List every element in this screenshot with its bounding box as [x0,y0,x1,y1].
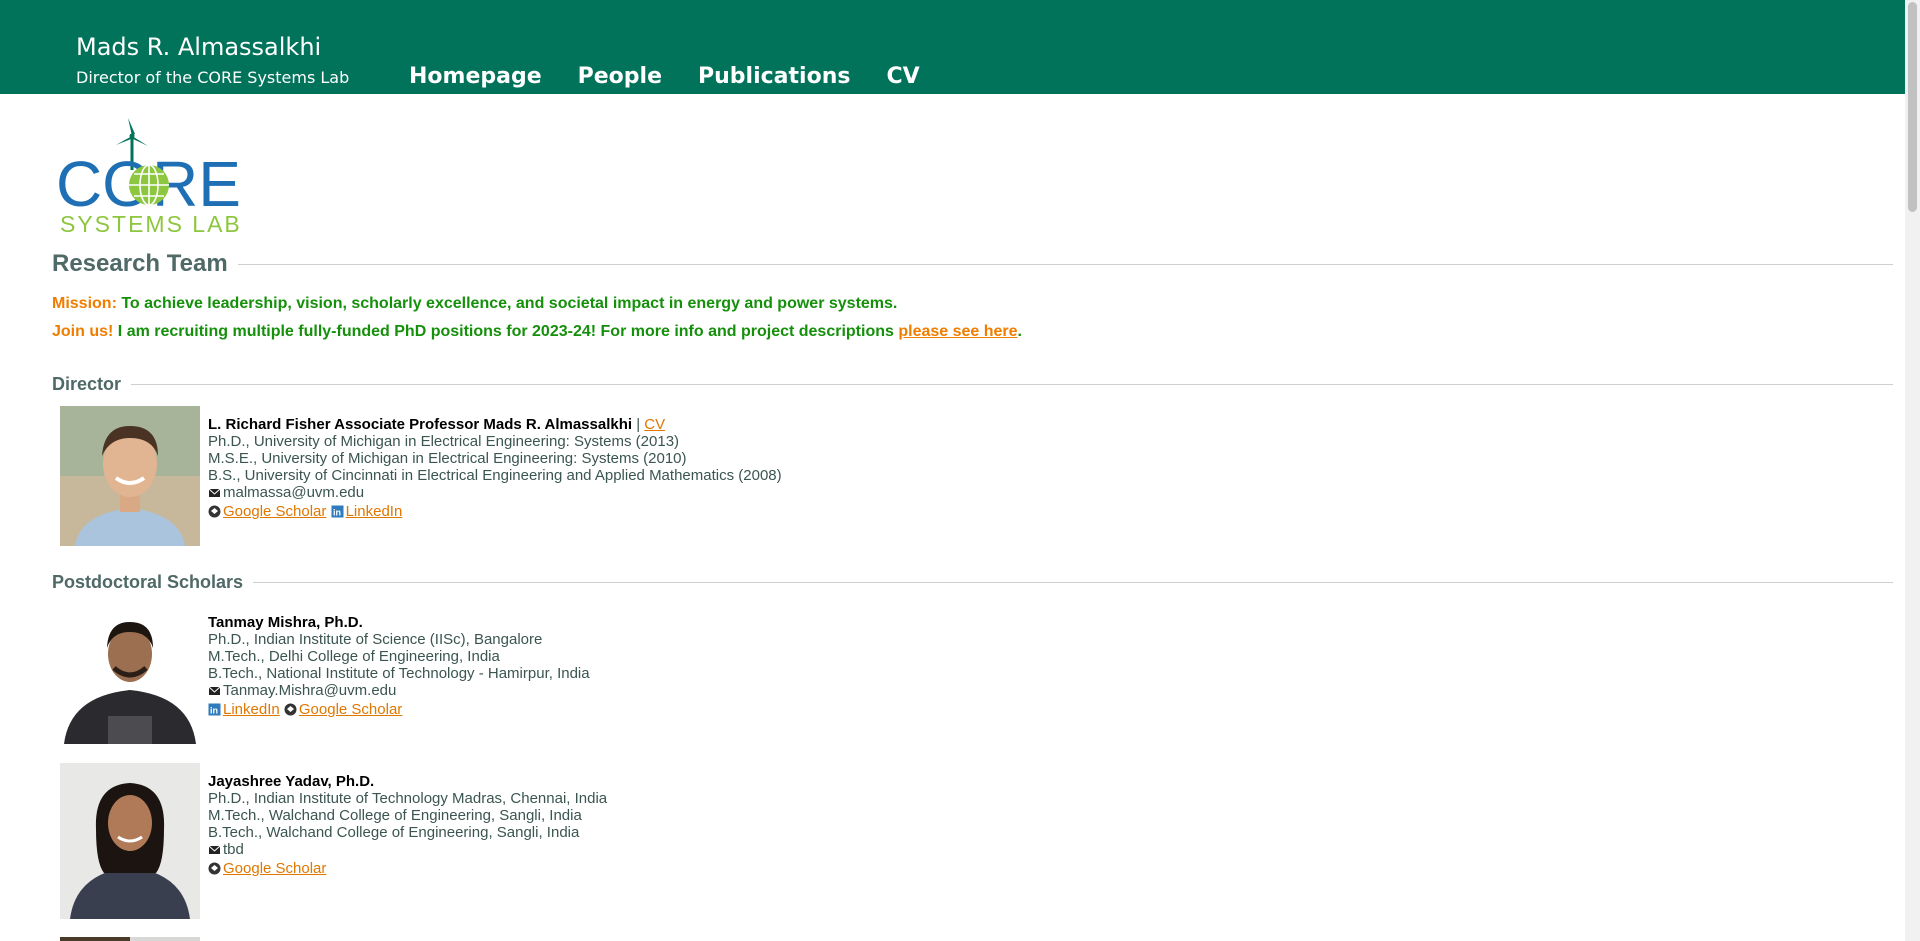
postdoc-google-scholar-link[interactable]: Google Scholar [223,860,326,877]
scrollbar-thumb[interactable] [1908,2,1917,212]
join-label: Join us! [52,323,114,340]
google-scholar-icon [284,703,297,716]
director-email: malmassa@uvm.edu [223,484,365,501]
degree-line: B.S., University of Cincinnati in Electr… [208,467,782,484]
mission-label: Mission: [52,295,117,312]
join-end: . [1017,323,1022,340]
nav-people[interactable]: People [578,62,662,92]
mission-statement: Mission: To achieve leadership, vision, … [52,295,897,313]
main-content: CORE SYSTEMS LAB Research Team Mission: … [0,94,1905,941]
heading-divider [237,263,1893,265]
nav-homepage[interactable]: Homepage [409,62,542,92]
degree-line: M.Tech., Delhi College of Engineering, I… [208,648,500,665]
svg-text:in: in [333,508,341,518]
envelope-icon [208,845,221,854]
postdoc-name: Tanmay Mishra, Ph.D. [208,614,363,631]
join-us-statement: Join us! I am recruiting multiple fully-… [52,323,1022,341]
google-scholar-icon [208,862,221,875]
research-team-title: Research Team [52,250,228,277]
director-photo [60,406,200,546]
director-google-scholar-link[interactable]: Google Scholar [223,503,326,520]
site-subtitle: Director of the CORE Systems Lab [76,68,350,87]
degree-line: M.S.E., University of Michigan in Electr… [208,450,687,467]
degree-line: B.Tech., Walchand College of Engineering… [208,824,580,841]
mission-text: To achieve leadership, vision, scholarly… [121,295,898,312]
heading-divider [253,582,1893,583]
postdoc-photo [60,763,200,919]
degree-line: B.Tech., National Institute of Technolog… [208,665,590,682]
google-scholar-icon [208,505,221,518]
main-nav: Homepage People Publications CV [409,62,956,92]
director-title: Director [52,374,122,394]
degree-line: Ph.D., Indian Institute of Technology Ma… [208,790,608,807]
director-linkedin-link[interactable]: LinkedIn [346,503,403,520]
join-text: I am recruiting multiple fully-funded Ph… [117,323,894,340]
postdoc-linkedin-link[interactable]: LinkedIn [223,701,280,718]
nav-cv[interactable]: CV [886,62,919,92]
postdoc-photo-partial [60,937,200,941]
director-info: L. Richard Fisher Associate Professor Ma… [208,416,782,520]
svg-text:in: in [210,706,218,716]
postdoc-info: Tanmay Mishra, Ph.D. Ph.D., Indian Insti… [208,614,590,718]
nav-publications[interactable]: Publications [698,62,850,92]
postdoc-info: Jayashree Yadav, Ph.D. Ph.D., Indian Ins… [208,773,607,877]
postdoc-google-scholar-link[interactable]: Google Scholar [299,701,402,718]
postdoc-email: Tanmay.Mishra@uvm.edu [223,682,397,699]
postdoc-email: tbd [223,841,244,858]
degree-line: Ph.D., University of Michigan in Electri… [208,433,680,450]
envelope-icon [208,488,221,497]
degree-line: M.Tech., Walchand College of Engineering… [208,807,582,824]
vertical-scrollbar[interactable] [1905,0,1920,941]
postdoctoral-heading: Postdoctoral Scholars [52,572,1893,593]
postdoctoral-title: Postdoctoral Scholars [52,572,244,592]
degree-line: Ph.D., Indian Institute of Science (IISc… [208,631,543,648]
postdoc-name: Jayashree Yadav, Ph.D. [208,773,375,790]
site-name-link[interactable]: Mads R. Almassalkhi [76,32,321,62]
logo-systems-lab-text: SYSTEMS LAB [60,211,242,234]
linkedin-icon: in [331,505,344,518]
core-systems-lab-logo: CORE SYSTEMS LAB [56,118,242,234]
envelope-icon [208,686,221,695]
heading-divider [131,384,1893,385]
director-name: L. Richard Fisher Associate Professor Ma… [208,416,633,433]
linkedin-icon: in [208,703,221,716]
separator: | [636,416,641,433]
postdoc-photo [60,604,200,744]
director-cv-link[interactable]: CV [644,416,665,433]
site-header: Mads R. Almassalkhi Director of the CORE… [0,0,1905,94]
please-see-here-link[interactable]: please see here [898,323,1017,340]
research-team-heading: Research Team [52,250,1893,278]
director-heading: Director [52,374,1893,395]
